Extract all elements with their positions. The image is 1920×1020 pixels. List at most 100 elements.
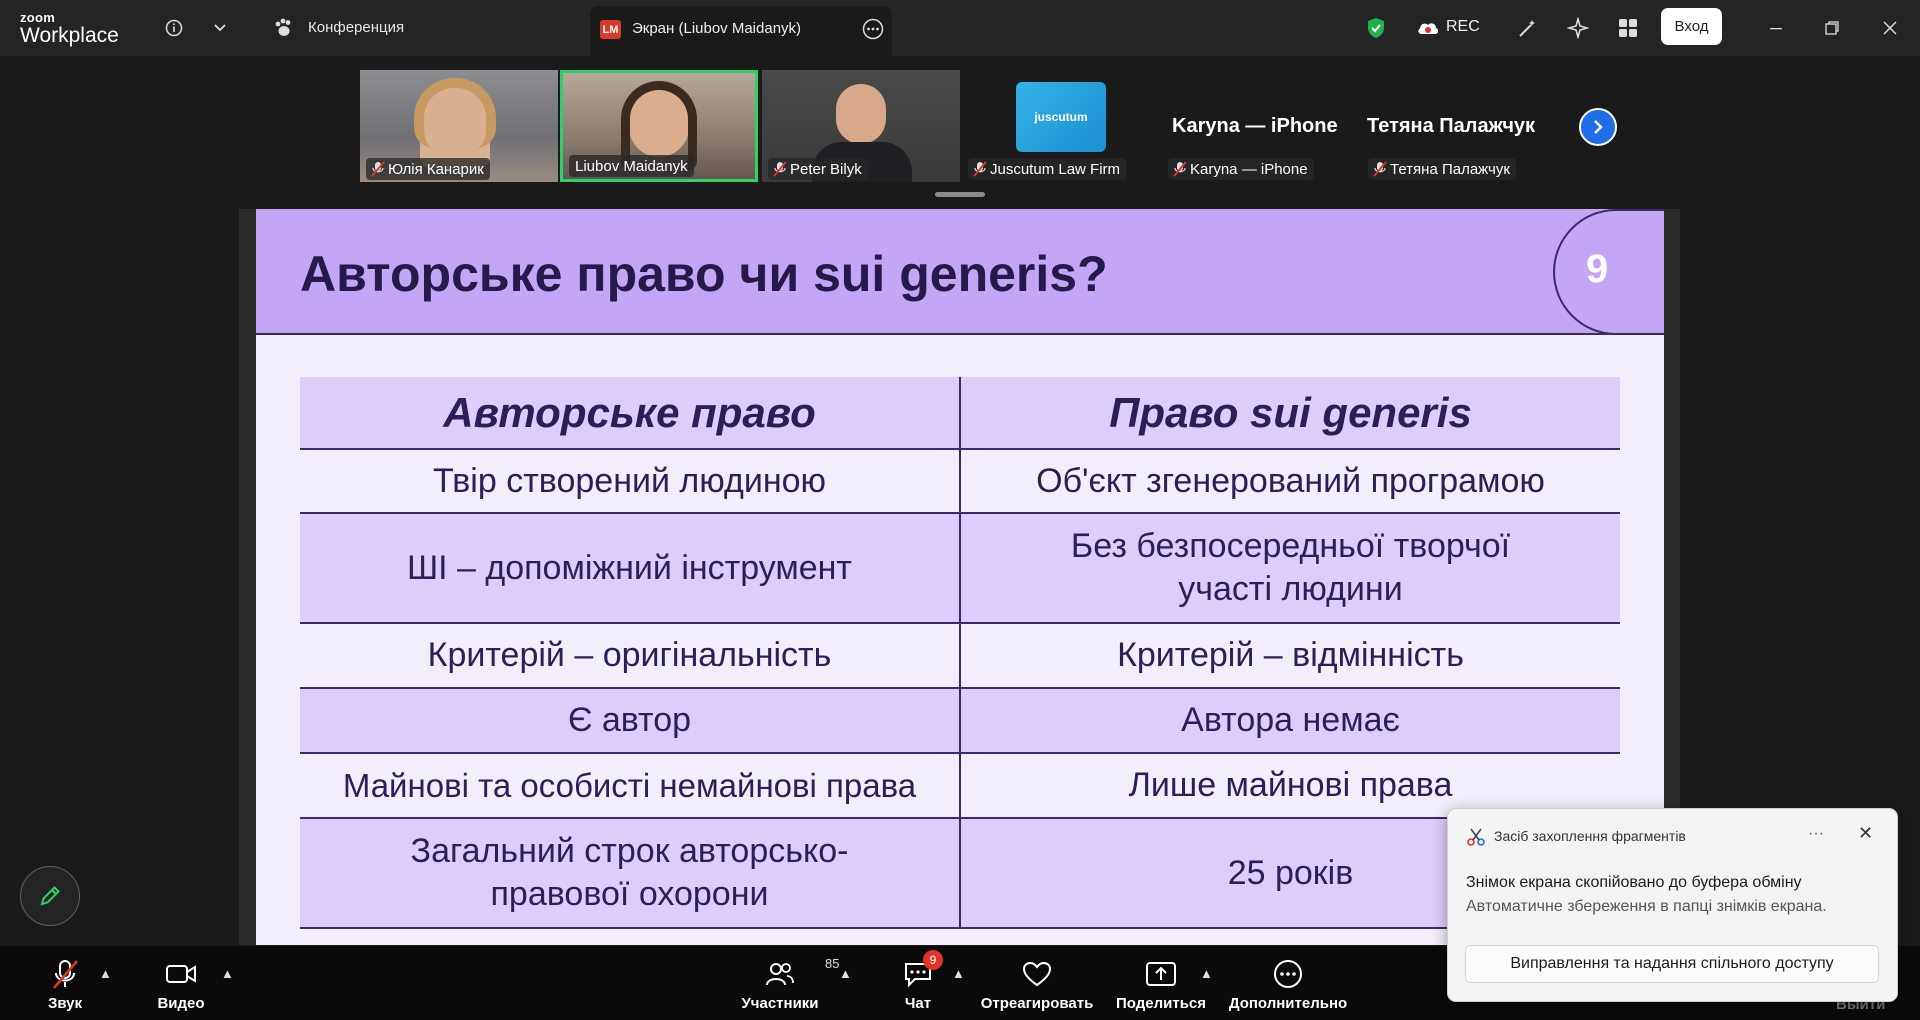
info-icon[interactable] <box>160 14 188 42</box>
toast-more-icon[interactable]: ··· <box>1808 825 1824 843</box>
table-row: ШІ – допоміжний інструмент Без безпосере… <box>300 513 1620 624</box>
participants-icon <box>766 963 794 986</box>
mic-off-icon <box>371 161 385 177</box>
participants-button[interactable]: 85 Участники <box>740 946 839 1020</box>
chat-button[interactable]: 9 Чат <box>893 946 943 1020</box>
audio-options-caret[interactable]: ▲ <box>99 966 112 981</box>
gallery-next-button[interactable] <box>1579 108 1617 146</box>
toast-message: Знімок екрана скопійовано до буфера обмі… <box>1466 874 1802 891</box>
table-header-cell: Право sui generis <box>960 377 1620 450</box>
table-cell: Об'єкт згенерований програмою <box>960 449 1620 514</box>
table-row: Майнові та особисті немайнові права Лише… <box>300 753 1620 819</box>
top-bar: zoom Workplace Конференция LM Экран (Liu… <box>0 0 1920 56</box>
chevron-right-icon <box>1594 120 1603 134</box>
conference-label[interactable]: Конференция <box>308 19 404 36</box>
scissors-icon <box>1467 828 1485 846</box>
comparison-table: Авторське право Право sui generis Твір с… <box>300 377 1620 929</box>
mic-off-icon <box>1173 161 1187 177</box>
more-icon <box>1274 960 1302 988</box>
gallery-resize-handle[interactable] <box>935 192 985 197</box>
participant-name: Liubov Maidanyk <box>575 157 688 175</box>
participant-tile-2[interactable]: Liubov Maidanyk <box>560 70 758 182</box>
mic-off-icon <box>773 161 787 177</box>
toast-action-button[interactable]: Виправлення та надання спільного доступу <box>1465 945 1879 983</box>
table-cell: Загальний строк авторсько-правової охоро… <box>300 818 961 929</box>
person-hair <box>414 78 496 148</box>
slide-page-number: 9 <box>1586 247 1609 291</box>
magic-wand-icon[interactable] <box>1514 14 1542 42</box>
react-button[interactable]: Отреагировать <box>980 946 1094 1020</box>
participant-name: Юлія Канарик <box>388 160 484 178</box>
more-options-icon[interactable] <box>862 18 884 45</box>
close-icon[interactable] <box>1876 14 1904 42</box>
participant-name: Karyna — iPhone <box>1190 160 1308 178</box>
participant-name-tag: Juscutum Law Firm <box>968 158 1127 180</box>
pencil-icon <box>40 886 60 906</box>
table-header-cell: Авторське право <box>300 377 961 450</box>
participants-options-caret[interactable]: ▲ <box>839 966 852 981</box>
participant-name-tag: Peter Bilyk <box>768 158 868 180</box>
participant-name: Peter Bilyk <box>790 160 862 178</box>
chat-options-caret[interactable]: ▲ <box>952 966 965 981</box>
react-label: Отреагировать <box>980 995 1094 1012</box>
snipping-tool-notification[interactable]: Засіб захоплення фрагментів ··· ✕ Знімок… <box>1447 808 1898 1002</box>
chat-unread-badge: 9 <box>923 950 943 970</box>
share-options-caret[interactable]: ▲ <box>1200 966 1213 981</box>
table-cell: Критерій – оригінальність <box>300 623 961 689</box>
zoom-logo: zoom Workplace <box>20 11 119 46</box>
table-header-row: Авторське право Право sui generis <box>300 377 1620 450</box>
minimize-icon[interactable] <box>1762 14 1790 42</box>
participants-count: 85 <box>825 956 840 971</box>
paw-icon[interactable] <box>270 14 298 42</box>
share-label: Поделиться <box>1115 995 1207 1012</box>
screen-share-tab[interactable]: LM Экран (Liubov Maidanyk) <box>590 6 892 56</box>
mic-muted-icon <box>53 960 78 989</box>
slide-title: Авторське право чи sui generis? <box>300 246 1108 302</box>
table-cell: ШІ – допоміжний інструмент <box>300 513 961 624</box>
rec-label[interactable]: REC <box>1446 18 1480 36</box>
share-button[interactable]: Поделиться <box>1115 946 1207 1020</box>
restore-icon[interactable] <box>1818 14 1846 42</box>
firm-logo-text: juscutum <box>1034 110 1088 124</box>
table-cell: Майнові та особисті немайнові права <box>300 753 961 819</box>
participant-name: Тетяна Палажчук <box>1390 160 1510 178</box>
cloud-record-icon[interactable] <box>1414 14 1442 42</box>
participant-tile-4[interactable]: juscutum Juscutum Law Firm <box>962 70 1160 182</box>
signin-button[interactable]: Вход <box>1661 8 1722 45</box>
video-options-caret[interactable]: ▲ <box>221 966 234 981</box>
participant-display-name: Karyna — iPhone <box>1172 115 1338 137</box>
table-cell: Автора немає <box>960 688 1620 754</box>
audio-label: Звук <box>47 995 83 1012</box>
shield-icon[interactable] <box>1362 14 1390 42</box>
sparkle-icon[interactable] <box>1564 14 1592 42</box>
participant-display-name: Тетяна Палажчук <box>1367 115 1536 137</box>
participant-tile-3[interactable]: Peter Bilyk <box>762 70 960 182</box>
participant-name-tag: Liubov Maidanyk <box>569 155 694 177</box>
logo-text-top: zoom <box>20 10 56 25</box>
table-cell: Твір створений людиною <box>300 449 961 514</box>
share-owner-badge: LM <box>600 20 621 39</box>
toast-app-name: Засіб захоплення фрагментів <box>1494 828 1686 844</box>
table-row: Твір створений людиною Об'єкт згенерован… <box>300 449 1620 514</box>
more-label: Дополнительно <box>1228 995 1348 1012</box>
share-screen-icon <box>1146 962 1176 986</box>
participant-name-tag: Karyna — iPhone <box>1168 158 1314 180</box>
logo-text-bottom: Workplace <box>20 24 119 47</box>
table-cell: Без безпосередньої творчої участі людини <box>960 513 1620 624</box>
toast-close-icon[interactable]: ✕ <box>1858 823 1873 844</box>
apps-icon[interactable] <box>1614 14 1642 42</box>
table-row: Є автор Автора немає <box>300 688 1620 754</box>
annotate-button[interactable] <box>20 866 80 926</box>
participants-label: Участники <box>741 995 819 1012</box>
camera-icon <box>166 965 196 983</box>
video-button[interactable]: Видео <box>156 946 206 1020</box>
mic-off-icon <box>1373 161 1387 177</box>
toast-subtext: Автоматичне збереження в папці знімків е… <box>1466 898 1827 915</box>
participant-name-tag: Юлія Канарик <box>366 158 490 180</box>
chevron-down-icon[interactable] <box>206 14 234 42</box>
participant-tile-1[interactable]: Юлія Канарик <box>360 70 558 182</box>
more-button[interactable]: Дополнительно <box>1228 946 1348 1020</box>
participant-name: Juscutum Law Firm <box>990 160 1121 178</box>
video-label: Видео <box>157 995 205 1012</box>
audio-button[interactable]: Звук <box>40 946 90 1020</box>
